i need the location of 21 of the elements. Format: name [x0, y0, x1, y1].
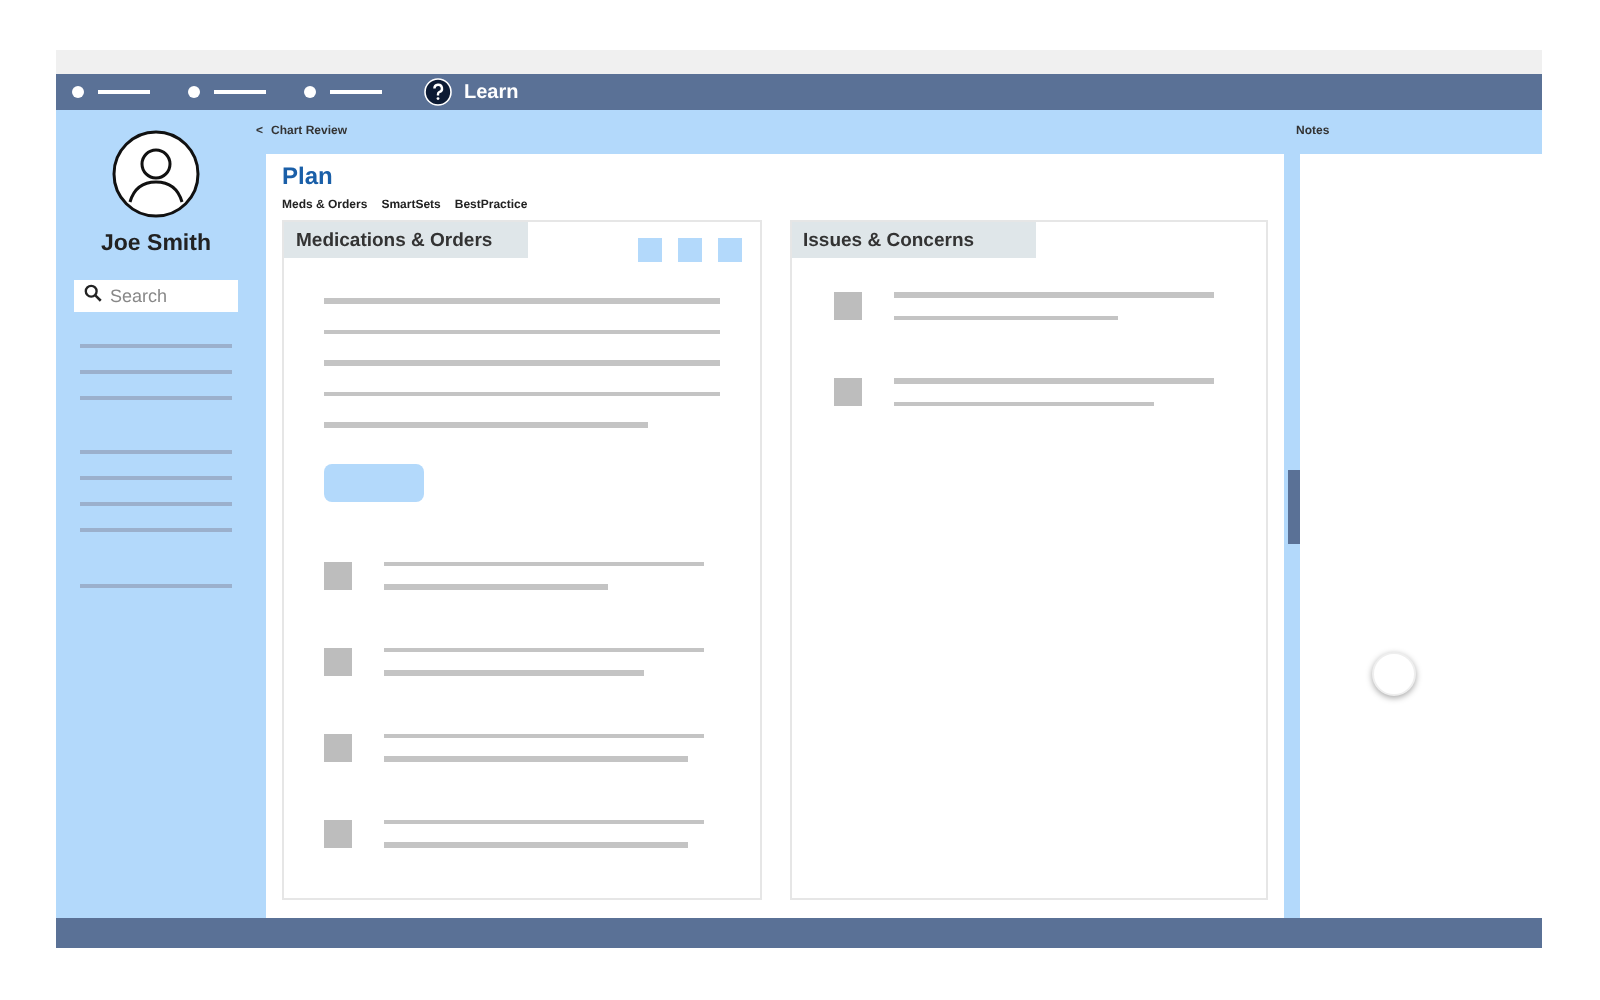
- placeholder-square: [324, 561, 352, 589]
- toolbar-button[interactable]: [637, 238, 661, 262]
- search-icon: [84, 284, 102, 302]
- placeholder-square: [324, 819, 352, 847]
- avatar-icon: [112, 130, 200, 218]
- blank-button[interactable]: [324, 463, 424, 501]
- placeholder-square: [833, 378, 861, 406]
- toolbar-button[interactable]: [717, 238, 741, 262]
- resize-handle[interactable]: [1288, 470, 1300, 544]
- toolbar-button[interactable]: [677, 238, 701, 262]
- placeholder-square: [833, 292, 861, 320]
- round-button[interactable]: [1372, 652, 1416, 696]
- card-title: Issues & Concerns: [791, 222, 1035, 258]
- placeholder-square: [324, 733, 352, 761]
- card-title: Medications & Orders: [284, 222, 528, 258]
- placeholder-square: [324, 647, 352, 675]
- user-name: Joe Smith: [101, 232, 211, 256]
- page-title: Plan: [282, 162, 335, 190]
- search-field[interactable]: Search: [74, 280, 238, 312]
- learn-link[interactable]: Learn: [464, 81, 519, 103]
- help-icon[interactable]: [424, 78, 452, 106]
